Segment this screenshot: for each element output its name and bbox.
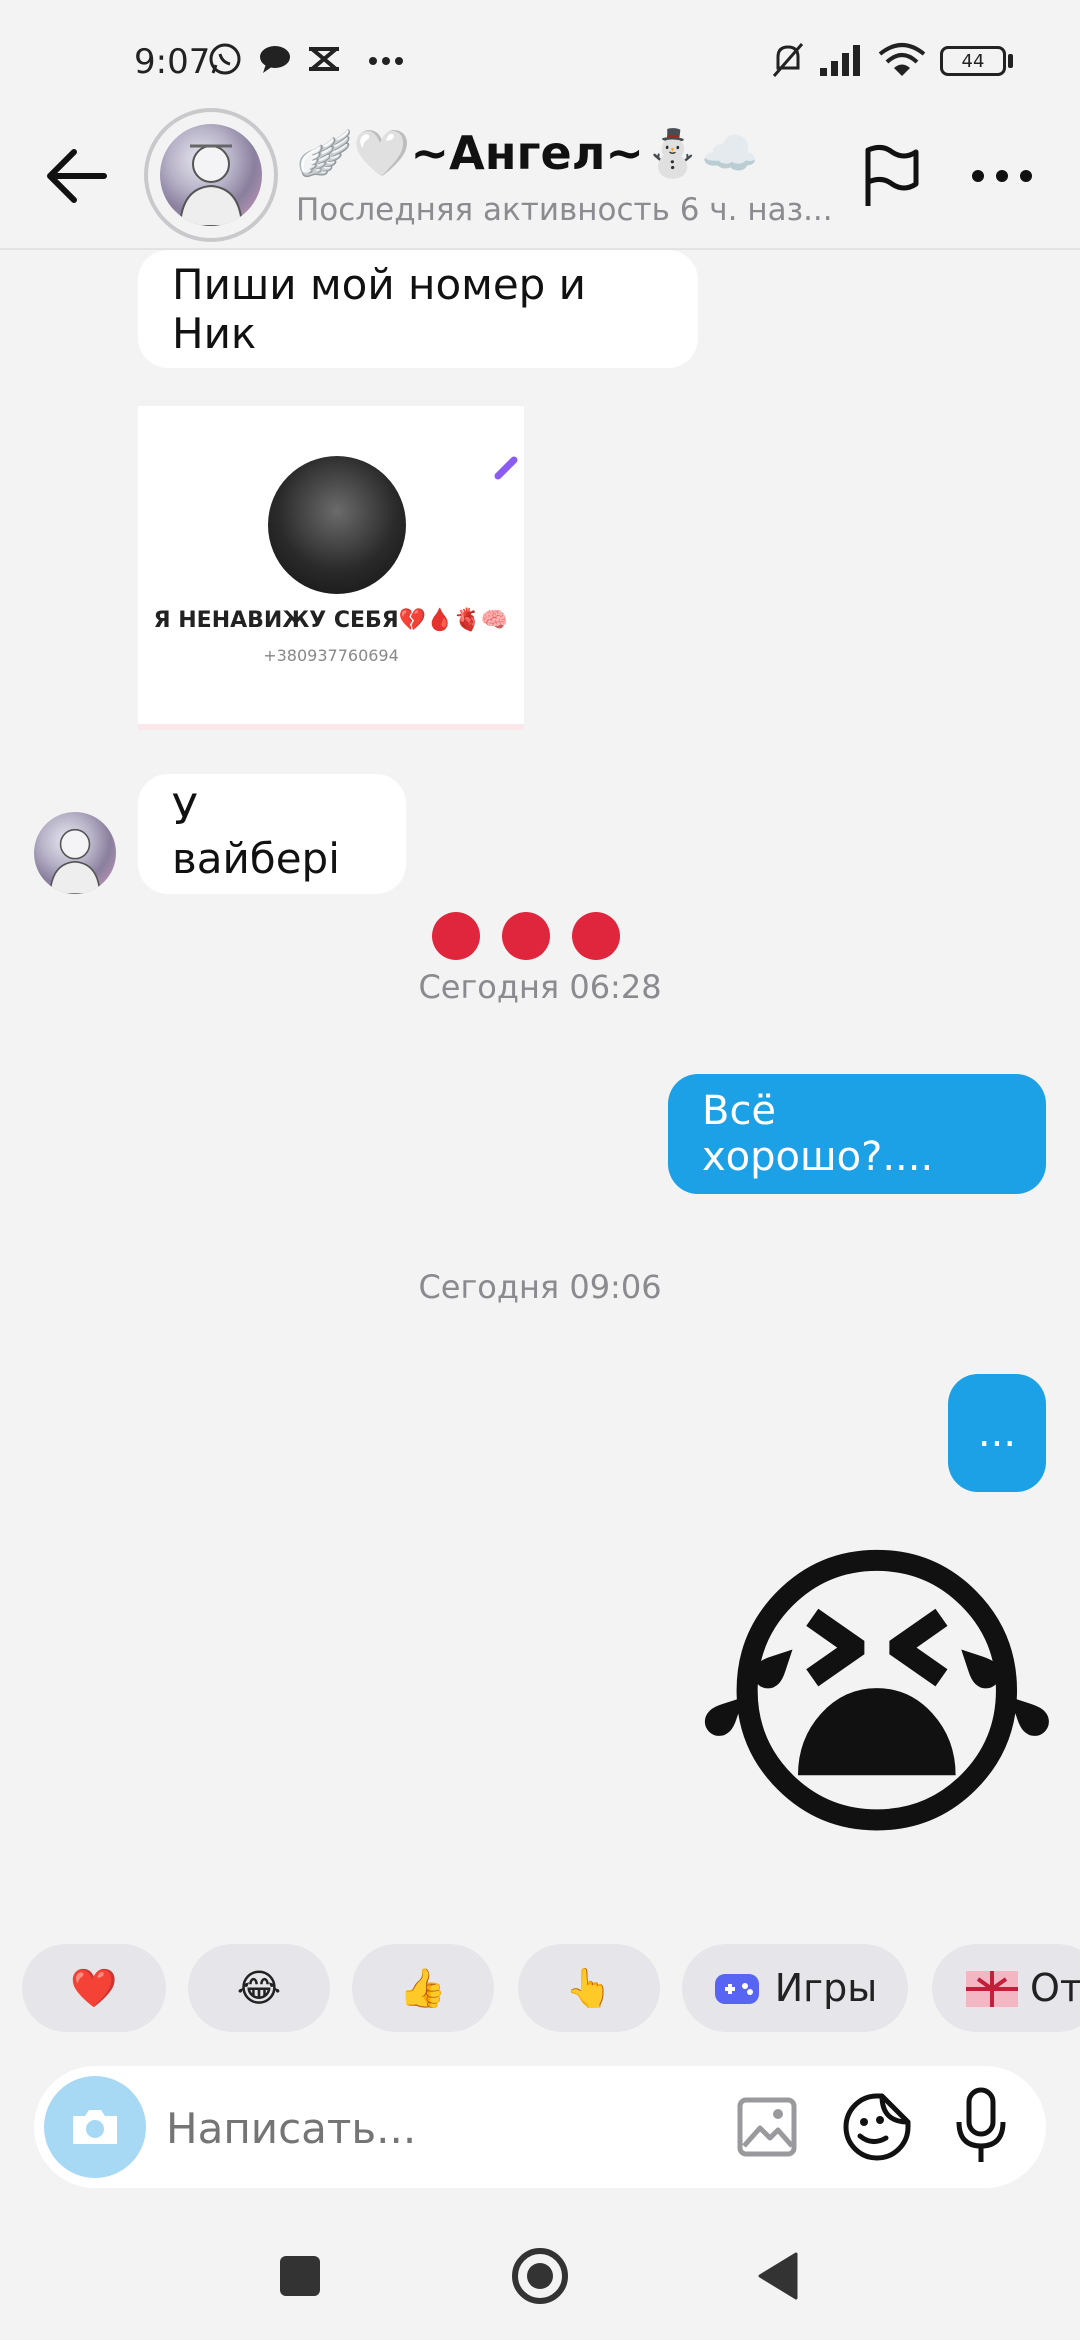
chip-emoji: 👍 (399, 1965, 447, 2010)
chip-emoji: 👆 (565, 1965, 613, 2010)
gift-icon (966, 1971, 1018, 2007)
wifi-icon (878, 43, 926, 76)
avatar-image (160, 124, 262, 226)
chip-label: От (1030, 1966, 1080, 2010)
quick-reply-laugh[interactable]: 😂 (188, 1944, 330, 2032)
dot (572, 912, 620, 960)
whatsapp-icon (209, 43, 241, 75)
battery-level: 44 (961, 50, 985, 72)
camera-icon (73, 2110, 117, 2144)
outgoing-message[interactable]: Всё хорошо?.... (668, 1074, 1046, 1194)
chip-emoji: 😂 (236, 1966, 282, 2010)
edit-pencil-icon (494, 456, 518, 480)
dot (432, 912, 480, 960)
message-text: ... (977, 1410, 1017, 1456)
typing-dots (432, 912, 622, 960)
system-navigation-bar (0, 2220, 1080, 2340)
status-time: 9:07 (134, 42, 211, 82)
timestamp: Сегодня 06:28 (418, 968, 662, 1006)
battery-tip (1008, 54, 1013, 68)
timestamp: Сегодня 09:06 (418, 1268, 662, 1306)
message-composer (34, 2066, 1046, 2188)
chip-label: Игры (774, 1966, 878, 2010)
outgoing-message[interactable]: ... (948, 1374, 1046, 1492)
more-dots-icon (369, 57, 403, 65)
sticker-icon[interactable] (842, 2092, 912, 2162)
report-flag-icon[interactable] (862, 144, 922, 208)
quick-reply-heart[interactable]: ❤️ (22, 1944, 166, 2032)
chat-header: 🪽🤍~Ангел~⛄☁️ Последняя активность 6 ч. н… (0, 100, 1080, 250)
battery-icon: 44 (940, 46, 1006, 76)
chat-icon (260, 46, 290, 73)
message-input[interactable] (164, 2090, 728, 2166)
quick-reply-gift[interactable]: От (932, 1944, 1080, 2032)
shared-screenshot-image[interactable]: Я НЕНАВИЖУ СЕБЯ💔🩸🫀🧠 +380937760694 (138, 400, 524, 730)
dot (502, 912, 550, 960)
quick-reply-games[interactable]: Игры (682, 1944, 908, 2032)
gallery-icon[interactable] (736, 2096, 798, 2158)
recents-button[interactable] (280, 2256, 320, 2296)
incoming-message[interactable]: Пиши мой номер и Ник (138, 250, 698, 368)
more-options-icon[interactable] (970, 156, 1034, 196)
microphone-icon[interactable] (954, 2086, 1008, 2166)
message-text: У вайбері (172, 785, 340, 883)
chip-emoji: ❤️ (70, 1965, 118, 2010)
back-nav-button[interactable] (756, 2252, 798, 2300)
quick-reply-point-up[interactable]: 👆 (518, 1944, 660, 2032)
screenshot-phone: +380937760694 (263, 646, 399, 665)
crying-sticker[interactable]: 😭 (690, 1512, 1064, 1882)
contact-name[interactable]: 🪽🤍~Ангел~⛄☁️ (296, 126, 759, 181)
sender-avatar[interactable] (34, 812, 116, 894)
home-button[interactable] (510, 2246, 570, 2306)
gamepad-icon (714, 1974, 759, 2004)
screenshot-name: Я НЕНАВИЖУ СЕБЯ💔🩸🫀🧠 (153, 608, 509, 633)
mute-icon (772, 43, 804, 77)
last-active-status: Последняя активность 6 ч. наз... (296, 192, 833, 228)
message-text: Всё хорошо?.... (702, 1088, 934, 1180)
contact-avatar[interactable] (144, 108, 278, 242)
quick-reply-thumbs-up[interactable]: 👍 (352, 1944, 494, 2032)
screenshot-top-bar (138, 400, 524, 406)
capcut-icon (309, 47, 339, 71)
signal-icon (820, 45, 860, 76)
message-text: Пиши мой номер и Ник (172, 260, 586, 358)
profile-photo (268, 456, 406, 594)
incoming-message[interactable]: У вайбері (138, 774, 406, 894)
back-arrow-icon[interactable] (44, 148, 108, 204)
camera-button[interactable] (44, 2076, 146, 2178)
